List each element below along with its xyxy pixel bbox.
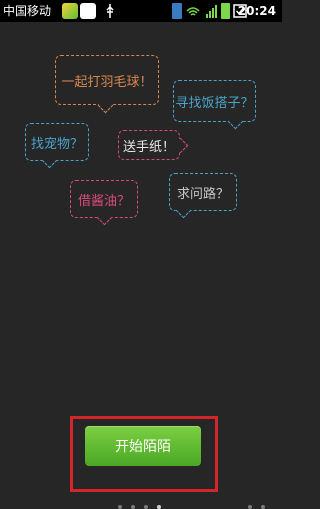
bubble-tail — [97, 97, 114, 114]
page-indicator — [118, 505, 161, 509]
bubble-tail — [172, 137, 189, 154]
bubble-directions-text: 求问路？ — [176, 186, 229, 202]
bubble-soy-sauce-text: 借酱油？ — [77, 193, 130, 209]
wifi-icon — [186, 3, 200, 19]
download-notification-icon — [80, 3, 96, 19]
bubble-meal-buddy: 寻找饭搭子？ — [173, 80, 256, 130]
carrier-label: 中国移动 — [3, 4, 52, 18]
bubble-soy-sauce: 借酱油？ — [70, 180, 138, 226]
page-indicator-right — [248, 505, 265, 509]
bubble-tail — [227, 113, 244, 130]
status-bar: 中国移动 20:24 — [0, 0, 282, 22]
bubble-find-pet-text: 找宠物？ — [30, 136, 83, 152]
page-dot — [248, 505, 252, 509]
start-momo-button[interactable]: 开始陌陌 — [85, 426, 201, 466]
bubble-tail — [175, 202, 192, 219]
page-dot — [144, 505, 148, 509]
bubble-badminton: 一起打羽毛球！ — [55, 55, 159, 114]
usb-icon — [104, 3, 116, 19]
page-dot — [118, 505, 122, 509]
page-dot — [261, 505, 265, 509]
bubble-badminton-text: 一起打羽毛球！ — [61, 74, 153, 90]
bubble-meal-buddy-text: 寻找饭搭子？ — [175, 95, 254, 111]
bubble-tissue: 送手纸！ — [118, 130, 189, 160]
bubble-tail — [96, 209, 113, 226]
start-button-highlight: 开始陌陌 — [70, 416, 218, 492]
bubble-tail — [41, 152, 58, 169]
page-dot — [131, 505, 135, 509]
battery-icon — [221, 3, 230, 19]
signal-icon — [205, 3, 219, 19]
page-dot-active — [157, 505, 161, 509]
bubble-directions: 求问路？ — [169, 173, 237, 219]
app-notification-icon — [62, 3, 78, 19]
bubble-find-pet: 找宠物？ — [25, 123, 89, 169]
sdcard-icon — [172, 3, 182, 19]
clock: 20:24 — [237, 4, 276, 18]
onboarding-screen: 一起打羽毛球！ 寻找饭搭子？ 找宠物？ 送手纸！ 借酱油？ 求问路？ 开始陌陌 — [0, 22, 282, 509]
bubble-tissue-text: 送手纸！ — [122, 139, 175, 155]
